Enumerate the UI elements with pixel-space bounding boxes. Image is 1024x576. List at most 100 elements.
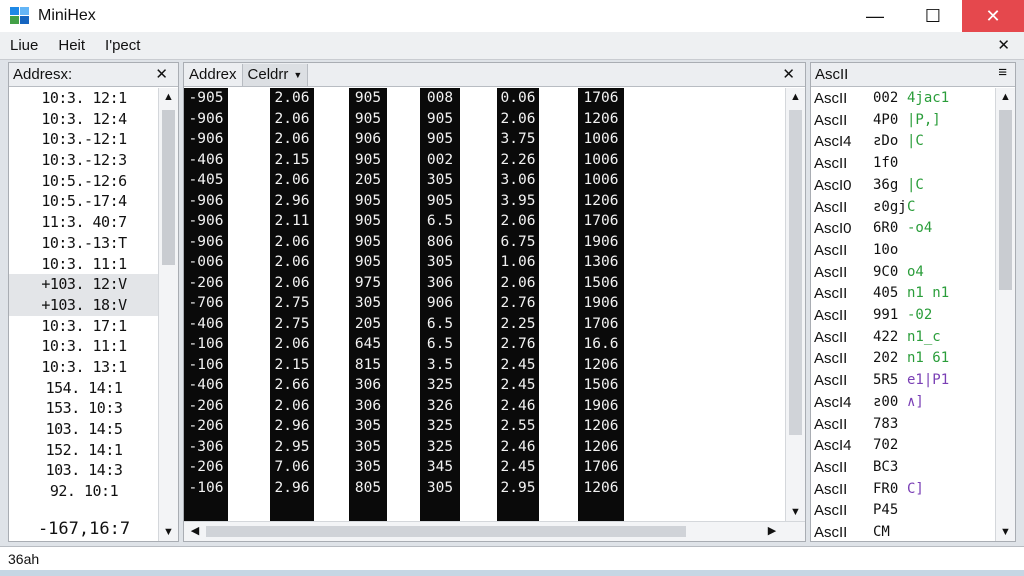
hex-cell[interactable]: 1506 [578,375,624,396]
hex-cell[interactable]: 305 [420,252,460,273]
address-row[interactable]: 10:3.-13:T [9,233,159,254]
hex-cell[interactable]: 2.96 [270,416,314,437]
hex-cell[interactable]: 2.06 [270,88,314,109]
hex-cell[interactable]: 325 [420,416,460,437]
hex-cell[interactable]: 805 [349,478,387,499]
ascii-row[interactable]: AscII FR0 C] [811,479,996,500]
hex-panel-close-icon[interactable]: ✕ [782,65,795,83]
hex-cell[interactable]: 2.06 [270,273,314,294]
hex-cell[interactable]: 905 [420,129,460,150]
hex-cell[interactable]: 326 [420,396,460,417]
scroll-right-icon[interactable]: ▶ [763,522,781,541]
hex-cell[interactable]: 3.75 [497,129,539,150]
hex-cell[interactable]: 2.45 [497,355,539,376]
hex-cell[interactable]: -306 [184,437,228,458]
hex-cell[interactable]: -406 [184,314,228,335]
close-window-button[interactable]: ✕ [962,0,1024,32]
hex-cell[interactable]: 305 [349,437,387,458]
hex-cell[interactable]: -106 [184,355,228,376]
hex-cell[interactable]: 2.15 [270,150,314,171]
hex-cell[interactable]: 1706 [578,211,624,232]
hex-cell[interactable]: 2.25 [497,314,539,335]
hex-cell[interactable]: 1706 [578,88,624,109]
hex-cell[interactable]: 2.46 [497,437,539,458]
hex-cell[interactable]: 2.55 [497,416,539,437]
address-row[interactable]: +103. 12:V [9,274,159,295]
hex-cell[interactable]: 7.06 [270,457,314,478]
hex-cell[interactable]: -406 [184,150,228,171]
hex-cell[interactable]: -905 [184,88,228,109]
scroll-down-icon[interactable]: ▼ [786,503,805,521]
hex-cell[interactable]: 1706 [578,314,624,335]
ascii-row[interactable]: AscII 405 n1 n1 [811,283,996,304]
hex-cell[interactable]: 905 [349,88,387,109]
hex-cell[interactable]: 0.06 [497,88,539,109]
close-document-icon[interactable]: ✕ [997,36,1010,54]
scroll-left-icon[interactable]: ◀ [186,522,204,541]
hex-cell[interactable]: 2.06 [270,396,314,417]
ascii-row[interactable]: AscII 9C0 o4 [811,262,996,283]
address-row[interactable]: 103. 14:3 [9,460,159,481]
hex-cell[interactable]: 1706 [578,457,624,478]
hex-cell[interactable]: 2.11 [270,211,314,232]
menu-icon[interactable]: ≡ [998,64,1007,81]
hex-cell[interactable]: 205 [349,170,387,191]
hex-cell[interactable]: 906 [349,129,387,150]
hex-cell[interactable]: 305 [420,170,460,191]
hex-cell[interactable]: 1.06 [497,252,539,273]
scroll-down-icon[interactable]: ▼ [159,523,178,541]
address-row[interactable]: 152. 14:1 [9,440,159,461]
hex-cell[interactable]: 1306 [578,252,624,273]
hex-cell[interactable]: 305 [349,416,387,437]
address-row[interactable]: 11:3. 40:7 [9,212,159,233]
hex-cell[interactable]: 2.15 [270,355,314,376]
ascii-row[interactable]: AscI4 ƨDo |C [811,131,996,152]
hex-cell[interactable]: 975 [349,273,387,294]
hex-cell[interactable]: 1906 [578,293,624,314]
ascii-row[interactable]: AscII 991 -02 [811,305,996,326]
address-row[interactable]: 103. 14:5 [9,419,159,440]
hex-cell[interactable]: 205 [349,314,387,335]
hex-hscroll-thumb[interactable] [206,526,686,537]
address-row[interactable]: +103. 18:V [9,294,159,316]
hex-scroll-thumb[interactable] [789,110,802,435]
ascii-row[interactable]: AscI4 702 [811,435,996,456]
hex-cell[interactable]: 1206 [578,355,624,376]
hex-cell[interactable]: 2.06 [497,273,539,294]
hex-cell[interactable]: 6.5 [420,211,460,232]
hex-cell[interactable]: 305 [349,293,387,314]
hex-cell[interactable]: 306 [349,396,387,417]
hex-cell[interactable]: 1206 [578,478,624,499]
scroll-up-icon[interactable]: ▲ [996,88,1015,106]
hex-cell[interactable]: 905 [349,232,387,253]
hex-cell[interactable]: 305 [420,478,460,499]
address-row[interactable]: 10:3. 11:1 [9,254,159,275]
hex-cell[interactable]: 3.95 [497,191,539,212]
hex-vertical-scrollbar[interactable]: ▲ ▼ [785,88,805,521]
hex-cell[interactable]: 1506 [578,273,624,294]
hex-cell[interactable]: 306 [349,375,387,396]
hex-cell[interactable]: 2.66 [270,375,314,396]
hex-cell[interactable]: 645 [349,334,387,355]
hex-cell[interactable]: 2.95 [497,478,539,499]
address-last-row[interactable]: -167,16:7 [9,519,159,539]
hex-horizontal-scrollbar[interactable]: ◀ ▶ [184,521,805,541]
hex-cell[interactable]: 1006 [578,170,624,191]
menu-item-edit[interactable]: Heit [58,37,85,54]
hex-cell[interactable]: 2.45 [497,457,539,478]
hex-cell[interactable]: 305 [349,457,387,478]
address-row[interactable]: 154. 14:1 [9,378,159,399]
hex-cell[interactable]: 325 [420,375,460,396]
hex-cell[interactable]: 905 [349,211,387,232]
hex-cell[interactable]: -206 [184,457,228,478]
hex-cell[interactable]: 3.06 [497,170,539,191]
hex-cell[interactable]: 1206 [578,191,624,212]
hex-cell[interactable]: 6.5 [420,334,460,355]
hex-cell[interactable]: -706 [184,293,228,314]
hex-cell[interactable]: -906 [184,211,228,232]
hex-cell[interactable]: 2.75 [270,314,314,335]
hex-cell[interactable]: 2.76 [497,334,539,355]
hex-cell[interactable]: 905 [349,109,387,130]
maximize-button[interactable]: ☐ [904,0,962,32]
ascii-row[interactable]: AscII 202 n1 61 [811,348,996,369]
